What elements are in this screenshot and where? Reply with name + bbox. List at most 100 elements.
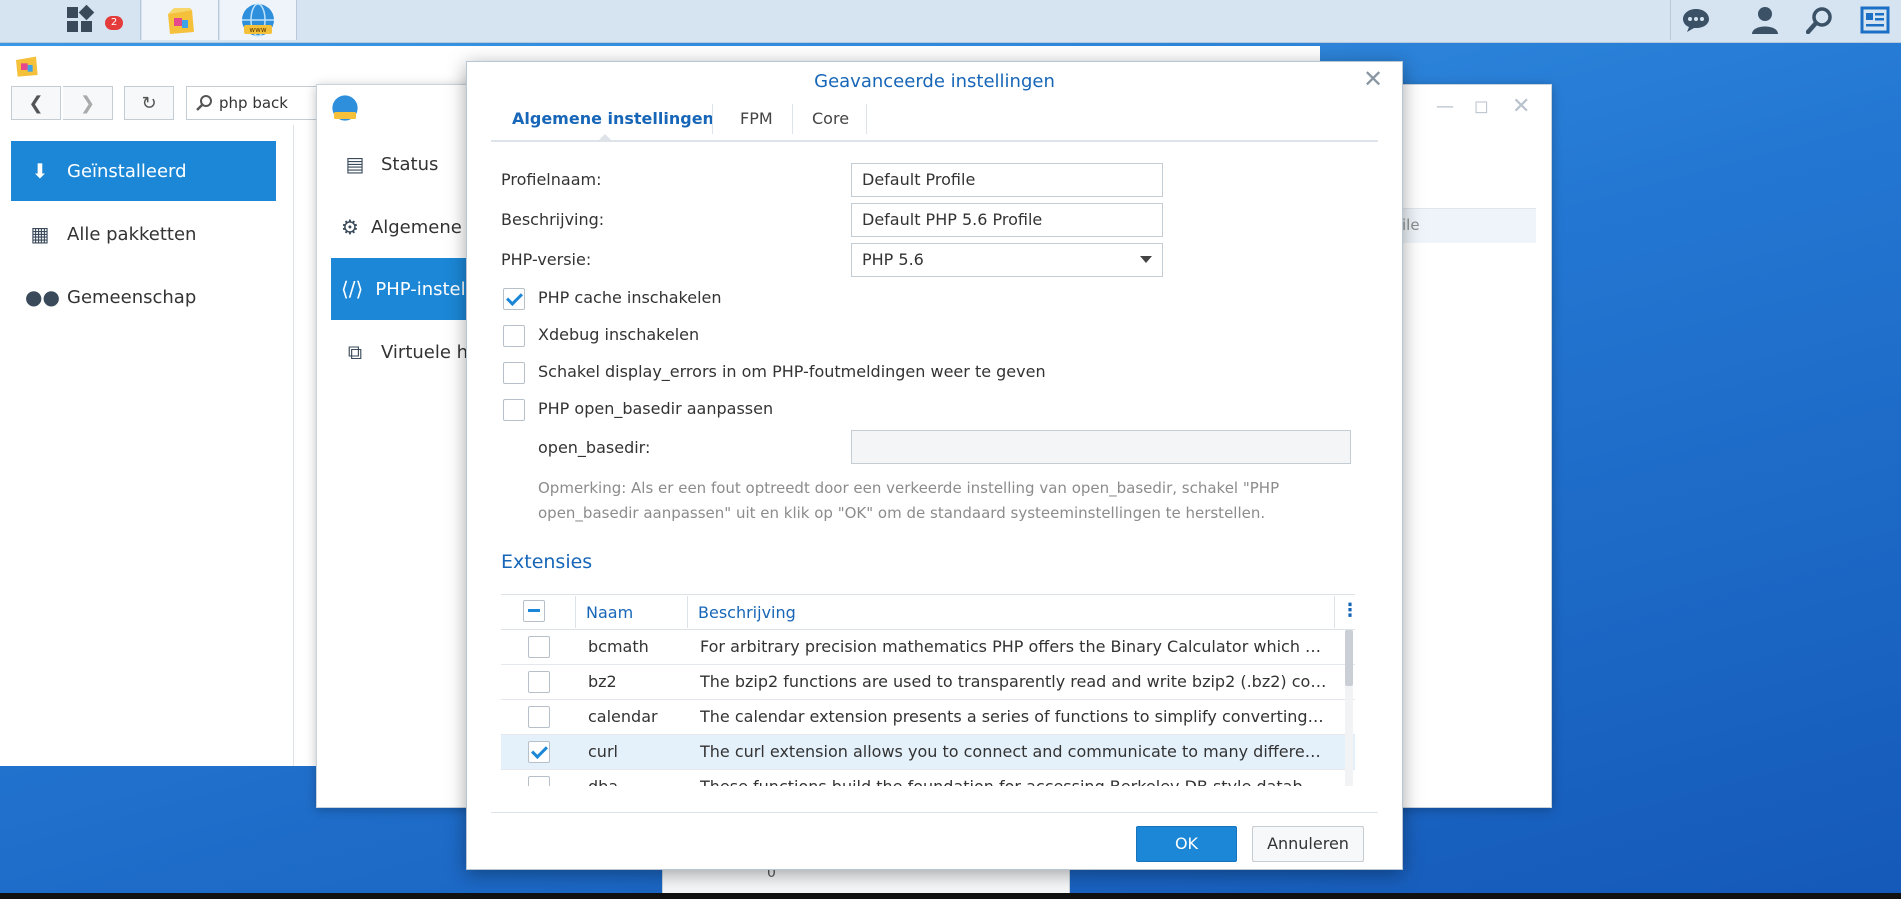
- column-header-name[interactable]: Naam: [586, 598, 633, 628]
- chevron-left-icon: ❮: [28, 92, 44, 114]
- table-row-selected[interactable]: curl The curl extension allows you to co…: [501, 735, 1355, 770]
- display-errors-label: Schakel display_errors in om PHP-foutmel…: [538, 362, 1046, 381]
- sidebar-item-all-packages[interactable]: ▦ Alle pakketten: [11, 204, 276, 264]
- status-icon: ▤: [345, 152, 365, 176]
- table-row[interactable]: bcmath For arbitrary precision mathemati…: [501, 630, 1355, 665]
- gear-icon: ⚙: [341, 215, 359, 239]
- user-icon: [1752, 7, 1778, 34]
- open-basedir-custom-label: PHP open_basedir aanpassen: [538, 399, 774, 418]
- notification-badge: 2: [105, 16, 123, 30]
- basedir-note: Opmerking: Als er een fout optreedt door…: [538, 479, 1280, 522]
- tab-core[interactable]: Core: [812, 104, 849, 134]
- close-icon[interactable]: ✕: [1512, 94, 1530, 119]
- search-button[interactable]: [1795, 0, 1845, 40]
- virtual-host-icon: ⧉: [347, 340, 363, 364]
- profile-name-label: Profielnaam:: [501, 170, 602, 189]
- search-icon: [196, 95, 212, 111]
- list-item[interactable]: ile: [1402, 209, 1536, 243]
- grid-icon: ▦: [30, 222, 50, 246]
- table-row[interactable]: calendar The calendar extension presents…: [501, 700, 1355, 735]
- web-station-taskbar-button[interactable]: www: [220, 0, 297, 40]
- sidebar-item-community[interactable]: ●● Gemeenschap: [11, 267, 276, 327]
- open-basedir-label: open_basedir:: [538, 438, 651, 457]
- description-input[interactable]: Default PHP 5.6 Profile: [851, 203, 1163, 237]
- footer-divider: [491, 812, 1378, 813]
- column-options-icon[interactable]: ⋮: [1341, 600, 1359, 621]
- tab-divider: [866, 104, 867, 134]
- display-errors-checkbox[interactable]: [503, 362, 525, 384]
- extensions-table-body: bcmath For arbitrary precision mathemati…: [501, 630, 1355, 786]
- back-button[interactable]: ❮: [11, 86, 61, 120]
- tab-fpm[interactable]: FPM: [740, 104, 773, 134]
- php-version-value: PHP 5.6: [862, 250, 924, 269]
- sidebar-item-label: Geïnstalleerd: [67, 160, 187, 182]
- php-version-select[interactable]: PHP 5.6: [851, 243, 1163, 277]
- row-checkbox[interactable]: [528, 776, 550, 786]
- extension-name: calendar: [588, 707, 658, 726]
- window-controls: — ◻ ✕: [1400, 94, 1535, 119]
- maximize-icon[interactable]: ◻: [1474, 96, 1489, 117]
- main-menu-icon: [67, 5, 95, 32]
- sidebar-divider: [293, 125, 294, 766]
- column-header-description[interactable]: Beschrijving: [698, 598, 796, 628]
- refresh-icon: ↻: [141, 92, 157, 114]
- extension-description: The calendar extension presents a series…: [700, 707, 1328, 726]
- sidebar-item-label: Alle pakketten: [67, 223, 197, 245]
- widget-button[interactable]: [1850, 0, 1900, 40]
- row-checkbox[interactable]: [528, 706, 550, 728]
- sidebar-item-installed[interactable]: ⬇ Geïnstalleerd: [11, 141, 276, 201]
- open-basedir-input[interactable]: [851, 430, 1351, 464]
- table-scrollbar-track[interactable]: [1345, 630, 1353, 786]
- dropdown-arrow-icon: [1140, 256, 1152, 263]
- chat-button[interactable]: [1670, 0, 1721, 40]
- web-station-app-icon: [330, 93, 360, 127]
- dialog-title: Geavanceerde instellingen: [814, 71, 1055, 92]
- tab-divider: [712, 104, 713, 134]
- widget-icon: [1860, 6, 1890, 34]
- table-scrollbar-thumb[interactable]: [1345, 630, 1353, 686]
- package-search-input[interactable]: php back: [219, 94, 288, 112]
- row-checkbox[interactable]: [528, 636, 550, 658]
- chat-icon: [1683, 9, 1709, 32]
- php-version-label: PHP-versie:: [501, 250, 592, 269]
- main-menu-button[interactable]: 2: [20, 0, 141, 40]
- table-row[interactable]: dba These functions build the foundation…: [501, 770, 1355, 786]
- extension-description: The curl extension allows you to connect…: [700, 742, 1328, 761]
- column-divider: [575, 596, 576, 628]
- ok-button[interactable]: OK: [1136, 826, 1237, 862]
- tab-general[interactable]: Algemene instellingen: [512, 104, 714, 134]
- extension-description: The bzip2 functions are used to transpar…: [700, 672, 1328, 691]
- close-icon[interactable]: ✕: [1362, 67, 1384, 91]
- chevron-right-icon: ❯: [79, 92, 96, 114]
- forward-button[interactable]: ❯: [63, 86, 113, 120]
- package-search-field[interactable]: php back: [186, 86, 326, 120]
- screen-bottom-bar: [0, 893, 1901, 899]
- package-center-icon: [168, 8, 194, 34]
- extension-name: bcmath: [588, 637, 649, 656]
- minimize-icon[interactable]: —: [1436, 96, 1454, 117]
- table-row[interactable]: bz2 The bzip2 functions are used to tran…: [501, 665, 1355, 700]
- refresh-button[interactable]: ↻: [124, 86, 174, 120]
- download-icon: ⬇: [31, 159, 49, 183]
- xdebug-checkbox[interactable]: [503, 325, 525, 347]
- code-icon: ⟨/⟩: [341, 277, 364, 301]
- php-cache-checkbox[interactable]: [503, 288, 525, 310]
- user-button[interactable]: [1740, 0, 1790, 40]
- php-cache-label: PHP cache inschakelen: [538, 288, 722, 307]
- profile-name-input[interactable]: Default Profile: [851, 163, 1163, 197]
- extension-name: curl: [588, 742, 618, 761]
- xdebug-label: Xdebug inschakelen: [538, 325, 700, 344]
- extension-name: dba: [588, 770, 618, 786]
- select-all-checkbox[interactable]: [523, 600, 545, 622]
- package-center-taskbar-button[interactable]: [142, 0, 219, 40]
- svg-text:www: www: [249, 26, 266, 34]
- row-checkbox[interactable]: [528, 741, 550, 763]
- extensions-title: Extensies: [501, 551, 593, 573]
- row-checkbox[interactable]: [528, 671, 550, 693]
- sidebar-item-label: Status: [381, 153, 439, 175]
- sidebar-item-label: Gemeenschap: [67, 286, 197, 308]
- open-basedir-checkbox[interactable]: [503, 399, 525, 421]
- community-icon: ●●: [25, 285, 60, 309]
- cancel-button[interactable]: Annuleren: [1252, 826, 1364, 862]
- column-divider: [687, 596, 688, 628]
